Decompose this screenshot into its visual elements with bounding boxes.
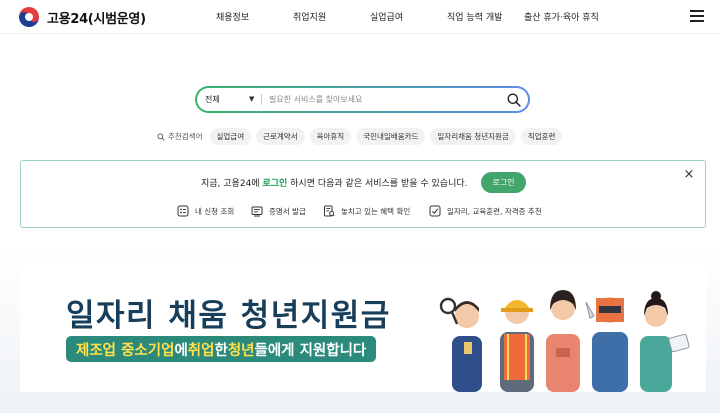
application-list-icon — [177, 205, 189, 217]
login-notice-panel: 지금, 고용24에 로그인 하시면 다음과 같은 서비스를 받을 수 있습니다.… — [20, 160, 706, 228]
search-category-select[interactable]: 전체 — [205, 94, 220, 105]
workers-illustration — [439, 290, 690, 392]
recommended-keywords: 추천검색어 실업급여 근로계약서 육아휴직 국민내일배움카드 일자리채움 청년지… — [157, 128, 567, 145]
nav-item-jobs[interactable]: 채용정보 — [216, 10, 249, 23]
keyword-chip[interactable]: 직업훈련 — [520, 128, 563, 145]
worker-tablet-figure — [640, 291, 690, 392]
service-missed-benefits[interactable]: 놓치고 있는 혜택 확인 — [323, 205, 410, 217]
login-button[interactable]: 로그인 — [481, 172, 526, 193]
login-notice-text: 지금, 고용24에 로그인 하시면 다음과 같은 서비스를 받을 수 있습니다. — [201, 179, 468, 189]
close-icon[interactable]: × — [683, 168, 695, 181]
keyword-chip[interactable]: 육아휴직 — [309, 128, 352, 145]
banner-title: 일자리 채움 청년지원금 — [66, 298, 391, 334]
keyword-chip[interactable]: 일자리채움 청년지원금 — [430, 128, 516, 145]
nav-item-employment-support[interactable]: 취업지원 — [293, 10, 326, 23]
search-icon[interactable] — [506, 92, 522, 108]
search-input[interactable] — [269, 91, 494, 108]
main-nav: 채용정보 취업지원 실업급여 직업 능력 개발 출산 휴가·육아 휴직 — [0, 10, 720, 24]
keyword-chip[interactable]: 국민내일배움카드 — [356, 128, 426, 145]
promo-banner[interactable]: 일자리 채움 청년지원금 제조업 중소기업 에 취업 한 청년 들에게 지원합니다 — [20, 258, 706, 392]
keyword-chip[interactable]: 근로계약서 — [256, 128, 305, 145]
menu-icon[interactable] — [690, 10, 704, 22]
certificate-icon — [251, 206, 263, 217]
service-recommendations[interactable]: 일자리, 교육훈련, 자격증 추천 — [429, 205, 542, 217]
search-small-icon — [157, 132, 165, 141]
service-my-applications[interactable]: 내 신청 조회 — [177, 205, 234, 217]
login-highlight: 로그인 — [262, 179, 288, 189]
service-certificate[interactable]: 증명서 발급 — [251, 205, 306, 217]
nav-item-vocational-training[interactable]: 직업 능력 개발 — [447, 10, 502, 23]
keywords-label: 추천검색어 — [157, 131, 203, 142]
search-bar: 전체 ▼ — [195, 86, 530, 113]
worker-construction-figure — [500, 300, 534, 392]
search-divider — [261, 94, 262, 105]
worker-office-figure — [546, 290, 580, 392]
benefit-check-icon — [324, 205, 335, 217]
worker-researcher-figure — [439, 297, 482, 392]
site-header: 고용24(시범운영) 채용정보 취업지원 실업급여 직업 능력 개발 출산 휴가… — [0, 0, 720, 34]
keyword-chip[interactable]: 실업급여 — [209, 128, 252, 145]
banner-subtitle: 제조업 중소기업 에 취업 한 청년 들에게 지원합니다 — [66, 336, 377, 362]
worker-welder-figure — [585, 297, 628, 392]
caret-down-icon[interactable]: ▼ — [249, 95, 254, 103]
recommendation-icon — [429, 205, 441, 217]
nav-item-unemployment-benefit[interactable]: 실업급여 — [370, 10, 403, 23]
nav-item-parental-leave[interactable]: 출산 휴가·육아 휴직 — [524, 10, 599, 23]
